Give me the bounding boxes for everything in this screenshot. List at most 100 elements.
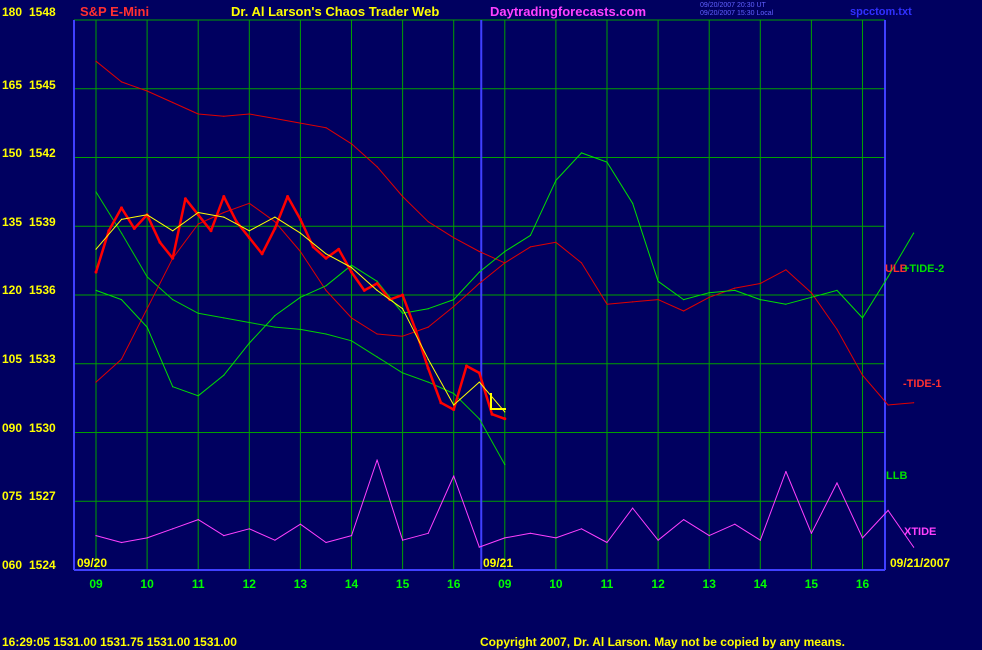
data-point-2-0 (95, 381, 97, 383)
x-tick-6: 15 (396, 577, 410, 591)
data-point-4-5 (158, 240, 162, 244)
stamp-ut: 09/20/2007 20:30 UT (700, 2, 766, 9)
data-point-1-7 (274, 326, 276, 328)
price-label-8: 1524 (29, 558, 56, 572)
date-end: 09/21/2007 (890, 556, 951, 570)
data-point-3-20 (606, 161, 608, 163)
data-point-4-1 (107, 229, 111, 233)
data-point-6-7 (274, 216, 276, 218)
price-label-7: 1527 (29, 489, 56, 503)
data-point-6-11 (376, 289, 378, 291)
data-point-2-16 (504, 262, 506, 264)
data-point-4-29 (465, 364, 468, 368)
data-point-2-26 (759, 282, 761, 285)
data-point-5-26 (759, 539, 761, 541)
data-point-5-16 (504, 537, 506, 539)
data-file: spcctom.txt (850, 6, 912, 18)
data-point-2-14 (453, 305, 455, 308)
data-point-1-8 (299, 328, 301, 330)
data-point-4-2 (120, 206, 123, 210)
data-point-1-11 (376, 356, 378, 358)
data-point-1-15 (478, 418, 480, 420)
data-point-2-24 (708, 296, 710, 298)
data-point-5-19 (580, 528, 583, 530)
data-point-2-13 (427, 326, 429, 328)
data-point-5-0 (95, 535, 97, 537)
data-point-5-29 (836, 482, 838, 484)
data-point-2-10 (350, 317, 353, 319)
data-point-2-22 (657, 299, 659, 301)
data-point-3-1 (120, 299, 123, 301)
data-point-4-17 (311, 245, 315, 249)
data-point-3-24 (708, 292, 710, 294)
data-point-0-0 (95, 60, 97, 62)
data-point-3-28 (810, 296, 813, 298)
current-marker (490, 393, 506, 410)
data-point-0-12 (402, 195, 404, 198)
data-point-4-14 (273, 227, 277, 230)
x-tick-11: 12 (651, 577, 665, 591)
y-label-5: 105 (2, 352, 23, 366)
x-tick-9: 10 (549, 577, 563, 591)
data-point-0-2 (146, 90, 148, 92)
y-label-7: 075 (2, 489, 23, 503)
data-point-5-18 (555, 537, 557, 539)
data-point-1-4 (197, 312, 199, 314)
data-point-2-31 (887, 404, 889, 406)
data-point-3-21 (632, 202, 634, 204)
price-label-3: 1539 (29, 215, 56, 229)
data-point-0-10 (350, 143, 353, 145)
data-point-6-12 (402, 308, 404, 310)
y-label-1: 165 (2, 78, 23, 92)
data-point-0-5 (223, 115, 225, 117)
data-point-5-21 (632, 507, 634, 509)
data-point-0-8 (299, 122, 301, 124)
data-point-4-10 (222, 195, 226, 198)
data-point-5-17 (529, 532, 532, 534)
data-point-2-21 (632, 301, 634, 303)
data-point-6-0 (95, 248, 97, 250)
data-point-4-26 (426, 366, 430, 370)
data-point-6-4 (197, 211, 199, 214)
data-point-3-30 (861, 317, 864, 319)
data-point-4-32 (503, 417, 507, 421)
data-point-2-6 (248, 202, 250, 204)
data-point-3-6 (248, 342, 250, 344)
data-point-1-6 (248, 321, 250, 324)
data-point-3-17 (529, 234, 532, 236)
data-point-0-13 (427, 221, 429, 223)
data-point-2-27 (785, 269, 787, 271)
data-point-6-6 (248, 230, 250, 232)
data-point-4-21 (362, 288, 366, 292)
y-label-3: 135 (2, 215, 23, 229)
price-label-0: 1548 (29, 5, 56, 19)
quote-line: 16:29:05 1531.00 1531.75 1531.00 1531.00 (2, 635, 237, 649)
chart-title: Dr. Al Larson's Chaos Trader Web (231, 4, 440, 19)
data-point-1-14 (453, 392, 455, 395)
data-point-5-28 (810, 532, 813, 534)
price-label-4: 1536 (29, 283, 56, 297)
data-point-4-15 (286, 195, 290, 198)
x-tick-13: 14 (754, 577, 768, 591)
data-point-1-3 (172, 299, 174, 301)
data-point-4-31 (490, 412, 494, 416)
data-point-3-31 (887, 276, 889, 278)
data-point-0-9 (325, 127, 327, 129)
data-point-3-13 (427, 308, 429, 310)
data-point-2-12 (402, 335, 404, 337)
y-label-2: 150 (2, 146, 23, 160)
data-point-2-19 (580, 262, 583, 264)
data-point-4-24 (401, 293, 405, 297)
data-point-1-12 (402, 372, 404, 374)
x-tick-4: 13 (294, 577, 308, 591)
data-point-2-8 (299, 250, 301, 253)
data-point-2-23 (683, 310, 685, 312)
data-point-5-11 (376, 459, 378, 461)
price-label-6: 1530 (29, 421, 56, 435)
site-link[interactable]: Daytradingforecasts.com (490, 4, 646, 19)
data-point-3-3 (172, 386, 174, 388)
data-point-3-8 (299, 296, 301, 298)
data-point-1-13 (427, 381, 429, 383)
data-point-5-30 (861, 537, 864, 539)
copyright: Copyright 2007, Dr. Al Larson. May not b… (480, 635, 845, 649)
